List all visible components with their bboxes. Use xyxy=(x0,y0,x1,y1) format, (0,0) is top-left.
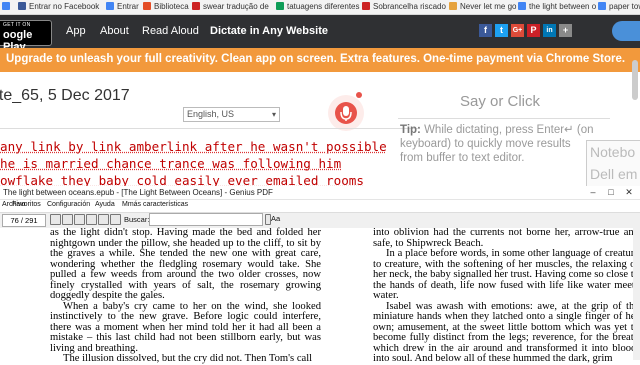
google-icon xyxy=(106,2,114,10)
nav-about[interactable]: About xyxy=(100,25,129,37)
zoom-in-icon[interactable] xyxy=(74,214,85,225)
paragraph: as the light didn't stop. Having made th… xyxy=(50,227,321,301)
bookmark-light-between[interactable]: the light between o xyxy=(518,1,596,13)
page-icon xyxy=(192,2,200,10)
say-divider xyxy=(398,118,610,119)
googleplus-share-icon[interactable]: G+ xyxy=(511,24,524,37)
page-icon xyxy=(276,2,284,10)
facebook-icon xyxy=(18,2,26,10)
notebook-panel[interactable]: Notebo Dell em xyxy=(586,140,640,188)
bookmark-entrar[interactable]: Entrar xyxy=(106,1,139,13)
dictation-tip: Tip: While dictating, press Enter↵ (on k… xyxy=(400,124,594,164)
nav-read-aloud[interactable]: Read Aloud xyxy=(142,25,199,37)
book-icon xyxy=(143,2,151,10)
bookmark-facebook[interactable]: Entrar no Facebook xyxy=(18,1,99,13)
nav-dictate-any-website[interactable]: Dictate in Any Website xyxy=(210,25,328,37)
paragraph: Isabel was awash with emotions: awe, at … xyxy=(373,300,639,364)
bookmark-swear[interactable]: swear tradução de xyxy=(192,1,269,13)
pdf-left-column: as the light didn't stop. Having made th… xyxy=(50,227,321,365)
match-case-toggle[interactable]: Aa xyxy=(271,214,280,223)
page-icon xyxy=(449,2,457,10)
maximize-icon[interactable]: □ xyxy=(604,187,618,198)
google-play-badge[interactable]: GET IT ON oogle Play xyxy=(0,20,52,53)
note-title: ote_65, 5 Dec 2017 xyxy=(0,87,130,104)
editor-divider xyxy=(0,128,420,129)
window-controls: – □ ✕ xyxy=(578,186,640,199)
facebook-share-icon[interactable]: f xyxy=(479,24,492,37)
page-scrollbar[interactable] xyxy=(632,60,638,100)
search-label: Buscar: xyxy=(124,215,150,224)
fit-page-icon[interactable] xyxy=(98,214,109,225)
menu-favoritos[interactable]: Favoritos xyxy=(12,201,41,208)
microphone-icon xyxy=(340,106,352,121)
zoom-out-icon[interactable] xyxy=(86,214,97,225)
pdf-right-column: into oblivion had the currents not borne… xyxy=(373,227,639,365)
chevron-down-icon: ▾ xyxy=(271,110,276,119)
menu-configuracion[interactable]: Configuración xyxy=(47,201,90,208)
page-indicator[interactable]: 76 / 291 xyxy=(2,214,46,227)
editor-line-1[interactable]: any link by link amberlink after he wasn… xyxy=(0,139,387,154)
bookmark-tatuagens[interactable]: tatuagens diferentes xyxy=(276,1,360,13)
prev-page-icon[interactable] xyxy=(62,214,73,225)
paragraph: When a baby's cry came to her on the win… xyxy=(50,300,321,354)
minimize-icon[interactable]: – xyxy=(586,187,600,198)
rotate-icon[interactable] xyxy=(110,214,121,225)
search-input[interactable] xyxy=(149,213,263,226)
pdf-scrollbar[interactable] xyxy=(633,228,640,360)
page-icon xyxy=(362,2,370,10)
more-share-icon[interactable]: + xyxy=(559,24,572,37)
user-avatar[interactable] xyxy=(612,21,640,41)
paragraph: into oblivion had the currents not borne… xyxy=(373,227,639,249)
pdf-window-title: The light between oceans.epub - [The Lig… xyxy=(3,188,273,197)
recording-dot xyxy=(356,92,362,98)
close-icon[interactable]: ✕ xyxy=(622,187,636,198)
linkedin-share-icon[interactable]: in xyxy=(543,24,556,37)
menu-mas-caracteristicas[interactable]: Mmás características xyxy=(122,201,188,208)
paragraph: The illusion dissolved, but the cry did … xyxy=(63,353,313,364)
paragraph: In a place before words, in some other l… xyxy=(373,248,639,301)
twitter-share-icon[interactable]: t xyxy=(495,24,508,37)
bookmark-sobrancelha[interactable]: Sobrancelha riscado xyxy=(362,1,446,13)
pinterest-share-icon[interactable]: P xyxy=(527,24,540,37)
microphone-button[interactable] xyxy=(328,95,364,131)
language-select[interactable]: English, US ▾ xyxy=(183,107,280,122)
bookmark-paper[interactable]: paper tow xyxy=(598,1,640,13)
bookmark-never-let-me-go[interactable]: Never let me go xyxy=(449,1,516,13)
menu-ayuda[interactable]: Ayuda xyxy=(95,201,115,208)
page-icon xyxy=(518,2,526,10)
bookmark-biblioteca[interactable]: Biblioteca xyxy=(143,1,189,13)
page-icon xyxy=(598,2,606,10)
bookmark-apps[interactable] xyxy=(2,1,13,13)
upgrade-banner[interactable]: Upgrade to unleash your full creativity.… xyxy=(0,48,640,72)
say-or-click-heading: Say or Click xyxy=(460,93,541,110)
nav-app[interactable]: App xyxy=(66,25,86,37)
first-page-icon[interactable] xyxy=(50,214,61,225)
editor-line-2[interactable]: he is married chance trance was followin… xyxy=(0,156,341,171)
apps-icon xyxy=(2,2,10,10)
